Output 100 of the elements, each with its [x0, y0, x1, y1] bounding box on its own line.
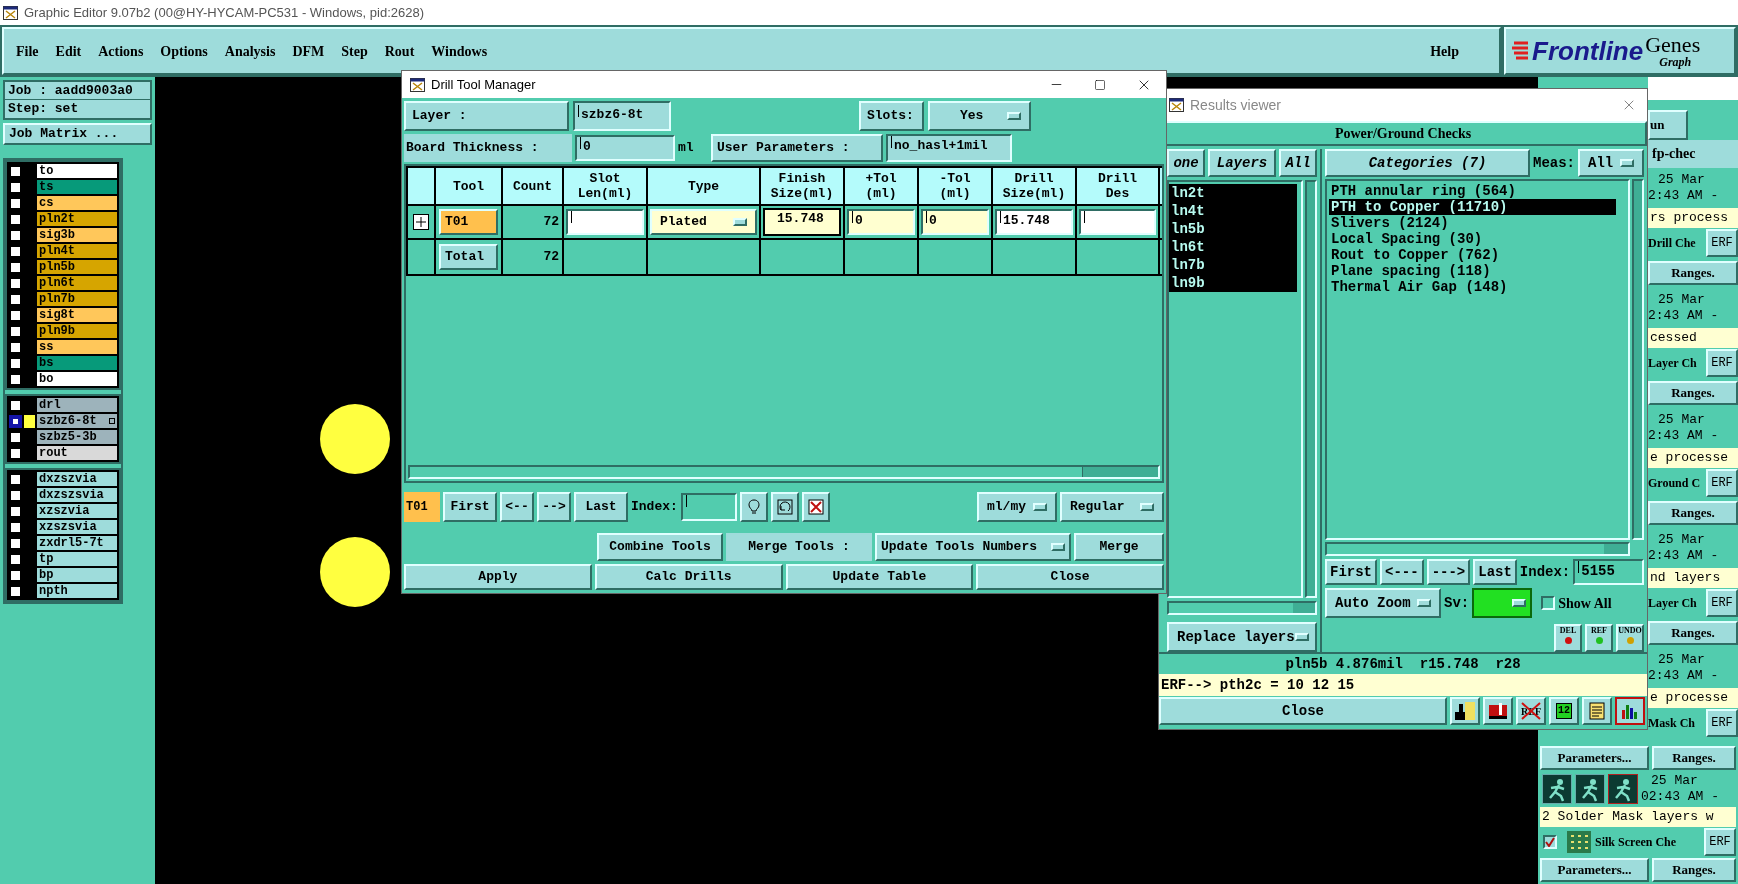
thickness-field[interactable]: 0 [575, 135, 675, 161]
navigation-button[interactable]: Last [1473, 559, 1517, 586]
ranges-button[interactable]: Ranges. [1648, 261, 1738, 285]
layer-name[interactable]: pln7b [37, 292, 117, 306]
layer-label[interactable]: Layer : [404, 101, 569, 131]
viewer-tool-button[interactable]: REF [1585, 624, 1613, 652]
layer-checkbox[interactable] [9, 520, 22, 534]
navigation-button[interactable]: <-- [500, 492, 534, 522]
layer-checkbox[interactable] [9, 430, 22, 444]
layer-name[interactable]: szbz6-8t [37, 414, 117, 428]
figure-icon[interactable] [1608, 774, 1638, 804]
layer-name[interactable]: pln9b [37, 324, 117, 338]
menu-item[interactable]: Rout [384, 40, 415, 62]
erf-button[interactable]: ERF [1706, 349, 1738, 377]
layer-name[interactable]: zxdrl5-7t [37, 536, 117, 550]
layer-checkbox[interactable] [9, 398, 22, 412]
layer-name[interactable]: dxzszvia [37, 472, 117, 486]
parameters-button[interactable]: Parameters... [1540, 746, 1649, 770]
vertical-scrollbar[interactable] [1632, 179, 1644, 541]
layer-name[interactable]: to [37, 164, 117, 178]
layer-name[interactable]: npth [37, 584, 117, 598]
layer-checkbox[interactable] [9, 504, 22, 518]
layer-filter-button[interactable]: one [1167, 149, 1205, 177]
layer-checkbox[interactable] [9, 196, 22, 210]
tool-button[interactable]: T01 [439, 209, 498, 235]
layer-name[interactable]: bp [37, 568, 117, 582]
navigation-button[interactable]: First [1325, 559, 1377, 586]
measure-dropdown[interactable]: All [1578, 149, 1644, 177]
menu-item[interactable]: Analysis [224, 40, 276, 62]
run-tab[interactable]: un [1648, 110, 1688, 140]
layer-name[interactable]: ts [37, 180, 117, 194]
layer-name[interactable]: pln6t [37, 276, 117, 290]
navigation-button[interactable]: --> [537, 492, 571, 522]
erf-button[interactable]: ERF [1706, 229, 1738, 257]
user-parameters-button[interactable]: User Parameters : [711, 134, 883, 162]
navigation-button[interactable]: <--- [1380, 559, 1424, 586]
tool-button[interactable]: Total [439, 244, 498, 270]
layer-checkbox[interactable] [9, 244, 22, 258]
finish-size-field[interactable]: 15.748 [763, 208, 841, 236]
dialog-action-button[interactable]: Calc Drills [594, 564, 783, 590]
navigation-button[interactable]: First [443, 492, 497, 522]
layer-name[interactable]: bo [37, 372, 117, 386]
layer-checkbox[interactable] [9, 212, 22, 226]
menu-item[interactable]: Edit [55, 40, 82, 62]
dialog-action-button[interactable]: Update Table [785, 564, 974, 590]
erf-button[interactable]: ERF [1706, 709, 1738, 737]
navigation-button[interactable]: Last [574, 492, 628, 522]
layer-name[interactable]: rout [37, 446, 117, 460]
user-parameters-field[interactable]: no_hasl+1mil [886, 134, 1012, 162]
layer-name[interactable]: pln2t [37, 212, 117, 226]
menu-item[interactable]: Windows [431, 40, 488, 62]
bulb-icon[interactable] [739, 492, 768, 522]
layer-name[interactable]: pln4t [37, 244, 117, 258]
menu-item[interactable]: File [16, 40, 39, 62]
erf-button[interactable]: ERF [1706, 469, 1738, 497]
layer-name[interactable]: ss [37, 340, 117, 354]
merge-mode-dropdown[interactable]: Update Tools Numbers [875, 533, 1071, 561]
layer-filter-button[interactable]: All [1279, 149, 1317, 177]
slot-length-field[interactable] [566, 209, 644, 235]
parameters-button[interactable]: Parameters... [1540, 858, 1649, 882]
erf-button[interactable]: ERF [1706, 589, 1738, 617]
menu-item[interactable]: Step [341, 40, 368, 62]
layer-name[interactable]: pln5b [37, 260, 117, 274]
layer-checkbox[interactable] [9, 228, 22, 242]
mode-dropdown[interactable]: Regular [1060, 492, 1164, 522]
layer-checkbox[interactable] [9, 260, 22, 274]
units-dropdown[interactable]: ml/my [977, 492, 1057, 522]
ranges-button[interactable]: Ranges. [1648, 501, 1738, 525]
slots-dropdown[interactable]: Yes [928, 101, 1031, 131]
layer-checkbox[interactable] [9, 552, 22, 566]
menu-item[interactable]: DFM [292, 40, 325, 62]
vertical-scrollbar[interactable] [1305, 180, 1317, 599]
layer-name[interactable]: drl [37, 398, 117, 412]
menu-item[interactable]: Actions [98, 40, 144, 62]
maximize-icon[interactable] [1094, 78, 1106, 91]
layer-checkbox[interactable] [9, 488, 22, 502]
categories-button[interactable]: Categories (7) [1325, 149, 1530, 177]
layer-checkbox[interactable] [9, 584, 22, 598]
refresh-icon[interactable] [770, 492, 799, 522]
layer-checkbox[interactable] [9, 308, 22, 322]
drill-designator-field[interactable] [1079, 209, 1156, 235]
viewer-tool-button[interactable]: DEL [1554, 624, 1582, 652]
layer-checkbox[interactable] [9, 276, 22, 290]
layer-name[interactable]: xzszvia [37, 504, 117, 518]
ranges-button[interactable]: Ranges. [1648, 381, 1738, 405]
layer-checkbox[interactable] [9, 472, 22, 486]
layer-name[interactable]: szbz5-3b [37, 430, 117, 444]
expand-icon[interactable] [413, 214, 429, 230]
horizontal-scrollbar[interactable] [1167, 601, 1317, 616]
minus-tolerance-field[interactable]: 0 [921, 209, 989, 235]
layer-checkbox[interactable] [9, 536, 22, 550]
layer-name[interactable]: sig3b [37, 228, 117, 242]
viewer-tool-button[interactable]: UNDO [1616, 624, 1644, 652]
severity-dropdown[interactable] [1472, 588, 1533, 619]
horizontal-scrollbar[interactable] [408, 465, 1160, 479]
layer-field[interactable]: szbz6-8t [573, 101, 671, 131]
replace-layers-dropdown[interactable]: Replace layers [1167, 622, 1317, 652]
figure-icon[interactable] [1575, 774, 1605, 804]
layer-checkbox[interactable] [9, 180, 22, 194]
layer-name[interactable]: sig8t [37, 308, 117, 322]
